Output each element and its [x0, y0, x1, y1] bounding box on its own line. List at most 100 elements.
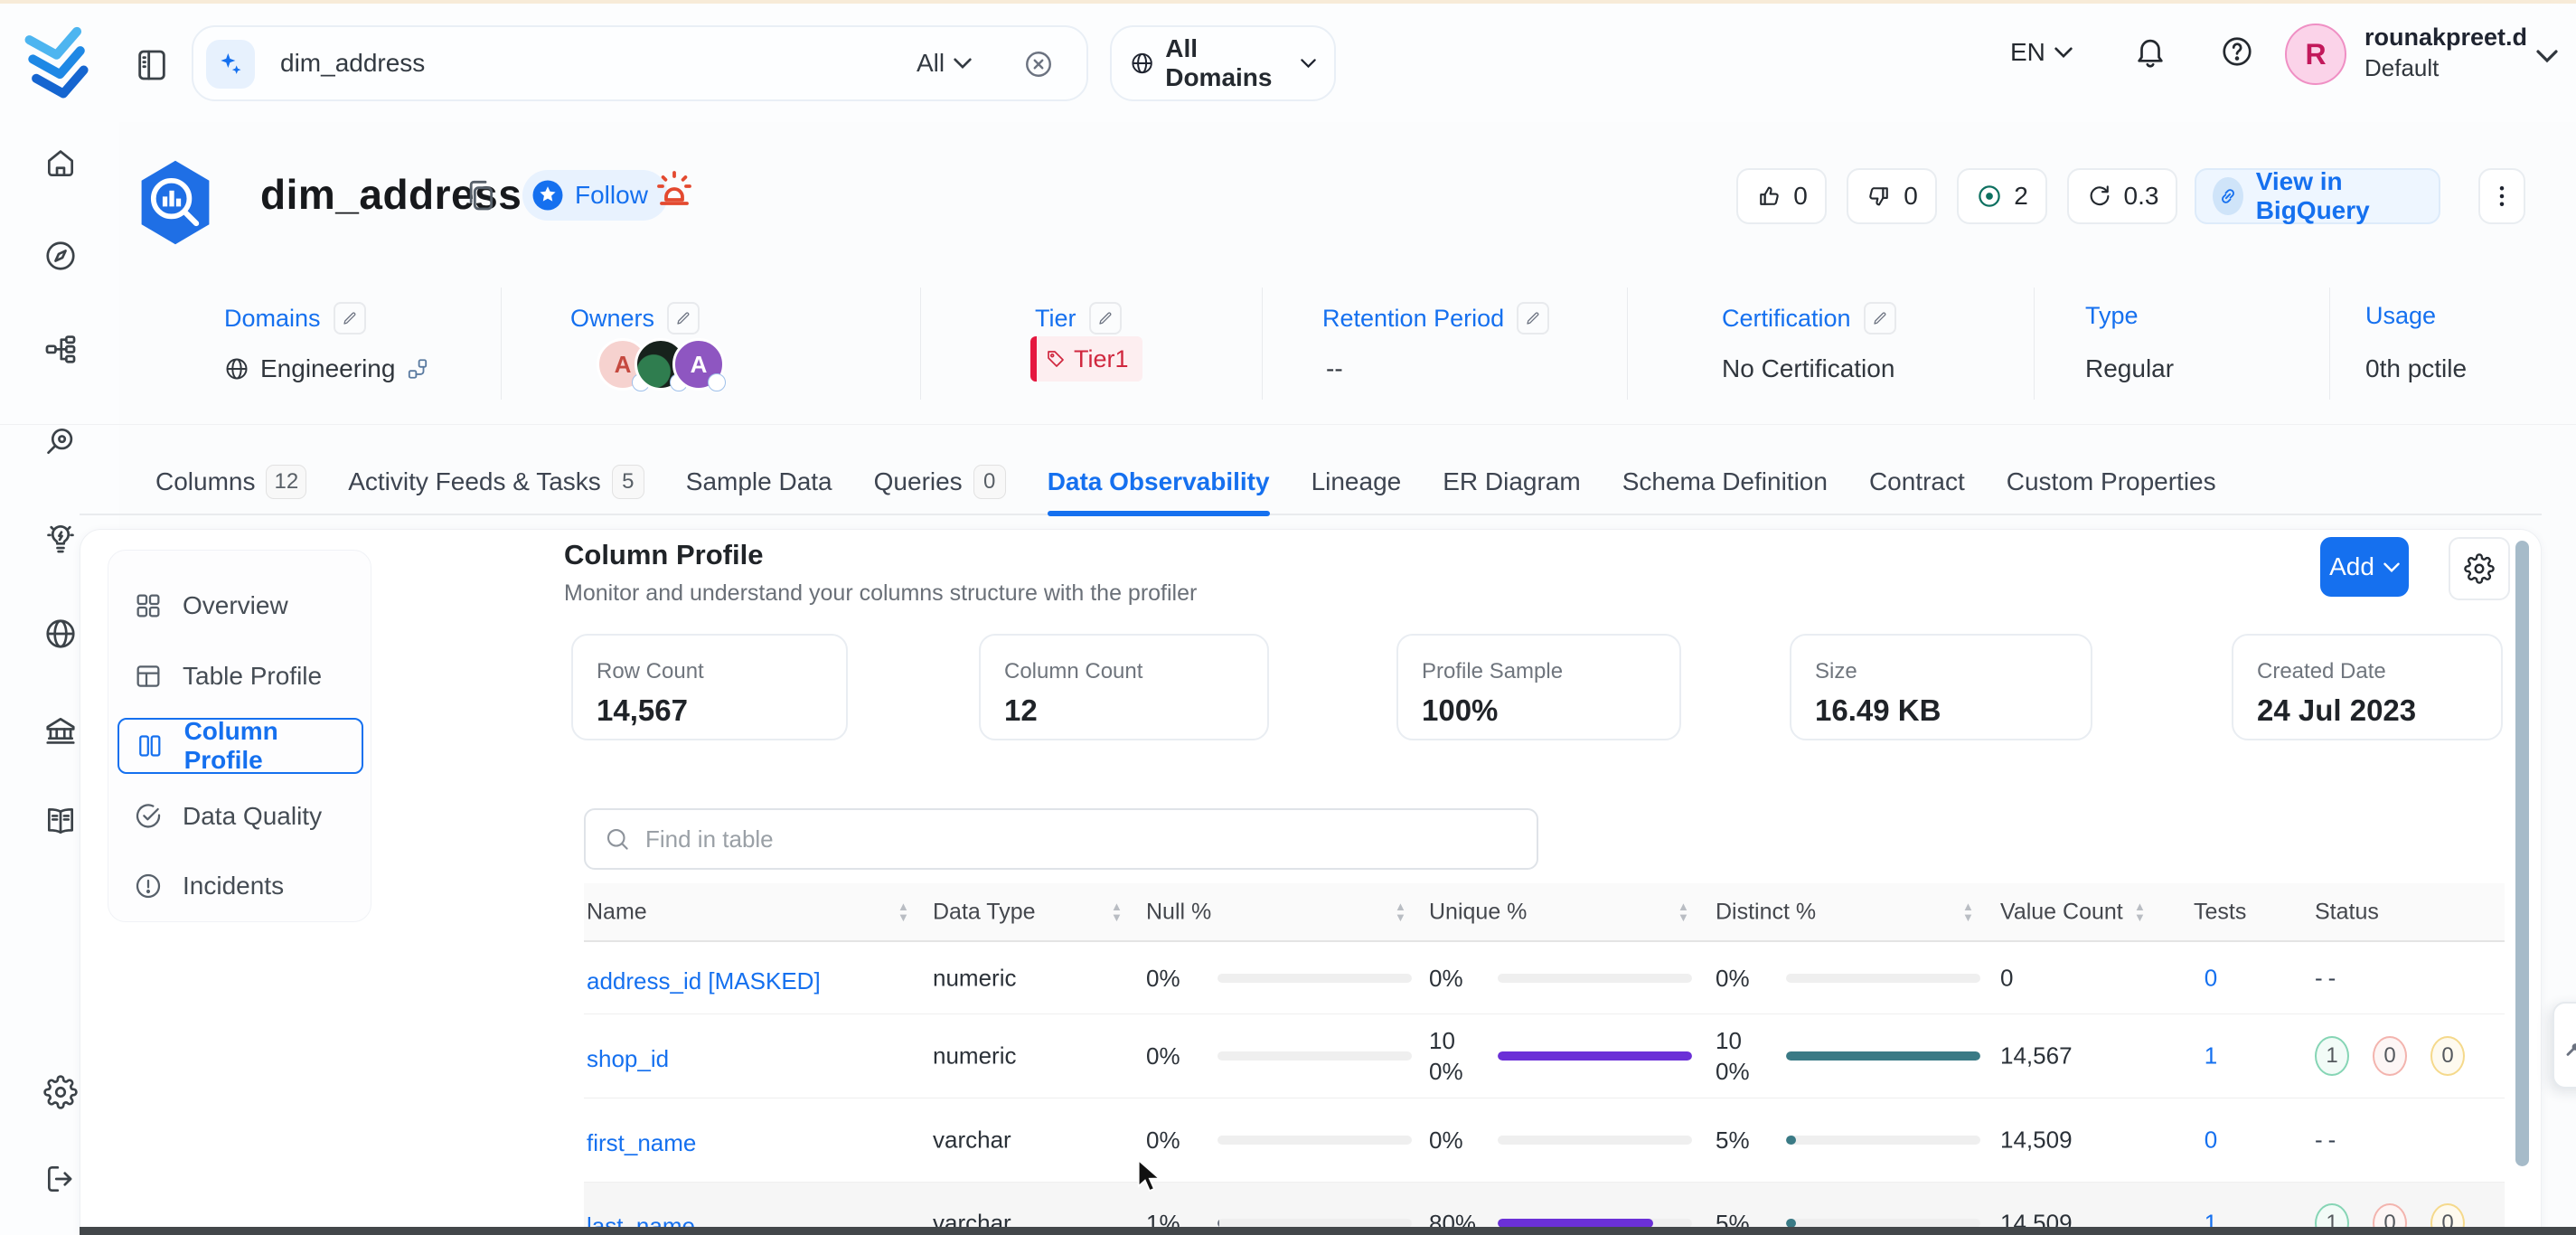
tests-link[interactable]: 0 — [2186, 1127, 2236, 1155]
domain-value[interactable]: Engineering — [224, 354, 429, 383]
owner-avatars[interactable]: A A — [597, 338, 725, 391]
sidebar-item-data-quality[interactable]: Data Quality — [118, 788, 363, 844]
edit-tier-icon[interactable] — [1089, 302, 1122, 335]
notifications-bell-icon[interactable] — [2133, 34, 2167, 69]
sidebar-toggle-icon[interactable] — [134, 45, 170, 85]
add-button[interactable]: Add — [2320, 537, 2409, 597]
sort-icon[interactable] — [1395, 902, 1406, 922]
find-in-table-search[interactable] — [584, 808, 1538, 870]
sort-icon[interactable] — [1678, 902, 1689, 922]
column-header-distinct-pct[interactable]: Distinct % — [1716, 899, 1816, 925]
search-clear-icon[interactable] — [1023, 49, 1054, 80]
vertical-scrollbar[interactable] — [2515, 541, 2529, 1166]
domains-filter-dropdown[interactable]: All Domains — [1110, 25, 1336, 101]
user-avatar[interactable]: R — [2285, 24, 2346, 85]
sort-icon[interactable] — [2134, 902, 2146, 922]
tier-chip[interactable]: Tier1 — [1030, 336, 1142, 382]
edit-retention-icon[interactable] — [1517, 302, 1549, 335]
upvote-button[interactable]: 0 — [1736, 168, 1827, 224]
retention-value: -- — [1326, 354, 1343, 383]
column-header-value-count[interactable]: Value Count — [2000, 899, 2123, 925]
distinct-pct-bar — [1786, 974, 1980, 983]
tab-schema-definition[interactable]: Schema Definition — [1622, 448, 1828, 514]
ai-sparkle-icon[interactable] — [206, 40, 255, 89]
search-input[interactable] — [280, 27, 913, 99]
global-search-bar[interactable]: All — [192, 25, 1088, 101]
column-link[interactable]: first_name — [587, 1129, 696, 1157]
tab-data-observability[interactable]: Data Observability — [1048, 448, 1270, 514]
home-icon[interactable] — [43, 146, 78, 181]
table-row: first_name varchar 0% 0% 5% 14,509 0 -- — [584, 1098, 2505, 1183]
more-options-kebab-icon[interactable] — [2478, 168, 2525, 224]
column-header-name[interactable]: Name — [587, 899, 647, 925]
search-icon — [604, 825, 631, 853]
column-link[interactable]: shop_id — [587, 1045, 669, 1073]
edit-domains-icon[interactable] — [334, 302, 366, 335]
view-in-bigquery-button[interactable]: View in BigQuery — [2195, 168, 2440, 224]
alert-siren-icon[interactable] — [653, 166, 696, 210]
follow-label: Follow — [575, 181, 648, 210]
profiler-settings-gear-icon[interactable] — [2449, 537, 2510, 600]
sidebar-item-table-profile[interactable]: Table Profile — [118, 648, 363, 704]
edit-owners-icon[interactable] — [667, 302, 700, 335]
sort-icon[interactable] — [1111, 902, 1123, 922]
column-header-unique-pct[interactable]: Unique % — [1429, 899, 1527, 925]
tests-link[interactable]: 1 — [2186, 1042, 2236, 1070]
search-scope-dropdown[interactable]: All — [917, 49, 972, 78]
cell-unique-pct: 100% — [1429, 1025, 1483, 1087]
user-menu-chevron-icon[interactable] — [2536, 49, 2558, 63]
tab-contract[interactable]: Contract — [1869, 448, 1965, 514]
status-badge-aborted[interactable]: 0 — [2430, 1036, 2465, 1076]
tab-queries[interactable]: Queries0 — [874, 448, 1006, 514]
topbar: All All Domains EN R rounakpreet.d Defau… — [0, 4, 2576, 122]
certification-label: Certification — [1722, 305, 1851, 333]
tab-sample-data[interactable]: Sample Data — [686, 448, 832, 514]
logout-icon[interactable] — [43, 1162, 78, 1196]
chevron-down-icon — [2383, 561, 2400, 573]
help-icon[interactable] — [2220, 34, 2254, 69]
tab-er-diagram[interactable]: ER Diagram — [1443, 448, 1580, 514]
tab-lineage[interactable]: Lineage — [1312, 448, 1402, 514]
cell-value-count: 14,509 — [2000, 1127, 2073, 1155]
settings-gear-icon[interactable] — [43, 1075, 78, 1109]
version-button[interactable]: 0.3 — [2067, 168, 2177, 224]
downvote-button[interactable]: 0 — [1847, 168, 1937, 224]
app-logo-icon[interactable] — [22, 22, 94, 103]
sidebar-item-incidents[interactable]: Incidents — [118, 858, 363, 914]
insights-bulb-icon[interactable] — [43, 521, 78, 555]
copy-icon[interactable] — [463, 177, 499, 213]
user-menu[interactable]: rounakpreet.d Default — [2364, 22, 2527, 83]
follow-button[interactable]: Follow — [522, 170, 668, 221]
column-header-data-type[interactable]: Data Type — [933, 899, 1036, 925]
sidebar-item-column-profile[interactable]: Column Profile — [118, 718, 363, 774]
explore-compass-icon[interactable] — [43, 239, 78, 273]
view-in-bigquery-label: View in BigQuery — [2256, 167, 2422, 225]
cell-value-count: 0 — [2000, 964, 2013, 992]
null-pct-bar — [1217, 1136, 1412, 1145]
find-in-table-input[interactable] — [645, 825, 1518, 853]
language-label: EN — [2010, 38, 2045, 67]
tab-activity-feeds[interactable]: Activity Feeds & Tasks5 — [348, 448, 644, 514]
cell-null-pct: 0% — [1146, 1041, 1200, 1071]
owner-avatar[interactable]: A — [672, 338, 725, 391]
tab-custom-properties[interactable]: Custom Properties — [2007, 448, 2216, 514]
sort-icon[interactable] — [1962, 902, 1974, 922]
column-header-null-pct[interactable]: Null % — [1146, 899, 1211, 925]
tests-link[interactable]: 0 — [2186, 964, 2236, 992]
column-header-status[interactable]: Status — [2315, 899, 2379, 925]
sort-icon[interactable] — [898, 902, 909, 922]
glossary-book-icon[interactable] — [43, 804, 78, 838]
language-dropdown[interactable]: EN — [2010, 38, 2073, 67]
collapsed-side-widget[interactable] — [2552, 1002, 2576, 1089]
column-header-tests[interactable]: Tests — [2194, 899, 2246, 925]
status-badge-failed[interactable]: 0 — [2373, 1036, 2407, 1076]
watch-button[interactable]: 2 — [1957, 168, 2047, 224]
edit-certification-icon[interactable] — [1864, 302, 1896, 335]
status-badge-success[interactable]: 1 — [2315, 1036, 2349, 1076]
column-link[interactable]: address_id [MASKED] — [587, 967, 821, 995]
tab-columns[interactable]: Columns12 — [155, 448, 306, 514]
sidebar-item-overview[interactable]: Overview — [118, 578, 363, 634]
observability-search-icon[interactable] — [43, 424, 78, 458]
govern-bank-icon[interactable] — [43, 713, 78, 748]
domains-globe-icon[interactable] — [43, 617, 78, 651]
